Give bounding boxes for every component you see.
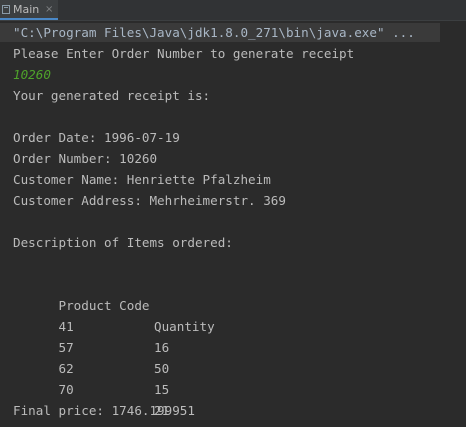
items-header: Description of Items ordered: xyxy=(13,235,233,250)
run-config-icon xyxy=(2,5,10,14)
product-code-cell: 70 xyxy=(58,382,74,397)
console-output[interactable]: "C:\Program Files\Java\jdk1.8.0_271\bin\… xyxy=(0,21,466,427)
quantity-cell: 16 xyxy=(154,340,170,355)
receipt-header: Your generated receipt is: xyxy=(13,88,211,103)
customer-address: Customer Address: Mehrheimerstr. 369 xyxy=(13,193,286,208)
quantity-cell: 15 xyxy=(154,382,170,397)
quantity-cell: 50 xyxy=(154,361,170,376)
customer-name: Customer Name: Henriette Pfalzheim xyxy=(13,172,271,187)
close-icon[interactable]: × xyxy=(45,2,53,17)
final-price: Final price: 1746.199951 xyxy=(13,403,195,418)
order-number: Order Number: 10260 xyxy=(13,151,158,166)
prompt-line: Please Enter Order Number to generate re… xyxy=(13,46,355,61)
tab-main[interactable]: Main × xyxy=(0,0,58,20)
quantity-header: Quantity xyxy=(154,319,215,334)
command-line[interactable]: "C:\Program Files\Java\jdk1.8.0_271\bin\… xyxy=(13,22,415,43)
run-tool-window: Main × "C:\Program Files\Java\jdk1.8.0_2… xyxy=(0,0,466,427)
run-tab-bar: Main × xyxy=(0,0,466,21)
user-input-line: 10260 xyxy=(13,67,51,82)
tab-main-label: Main xyxy=(13,3,40,16)
order-date: Order Date: 1996-07-19 xyxy=(13,130,180,145)
